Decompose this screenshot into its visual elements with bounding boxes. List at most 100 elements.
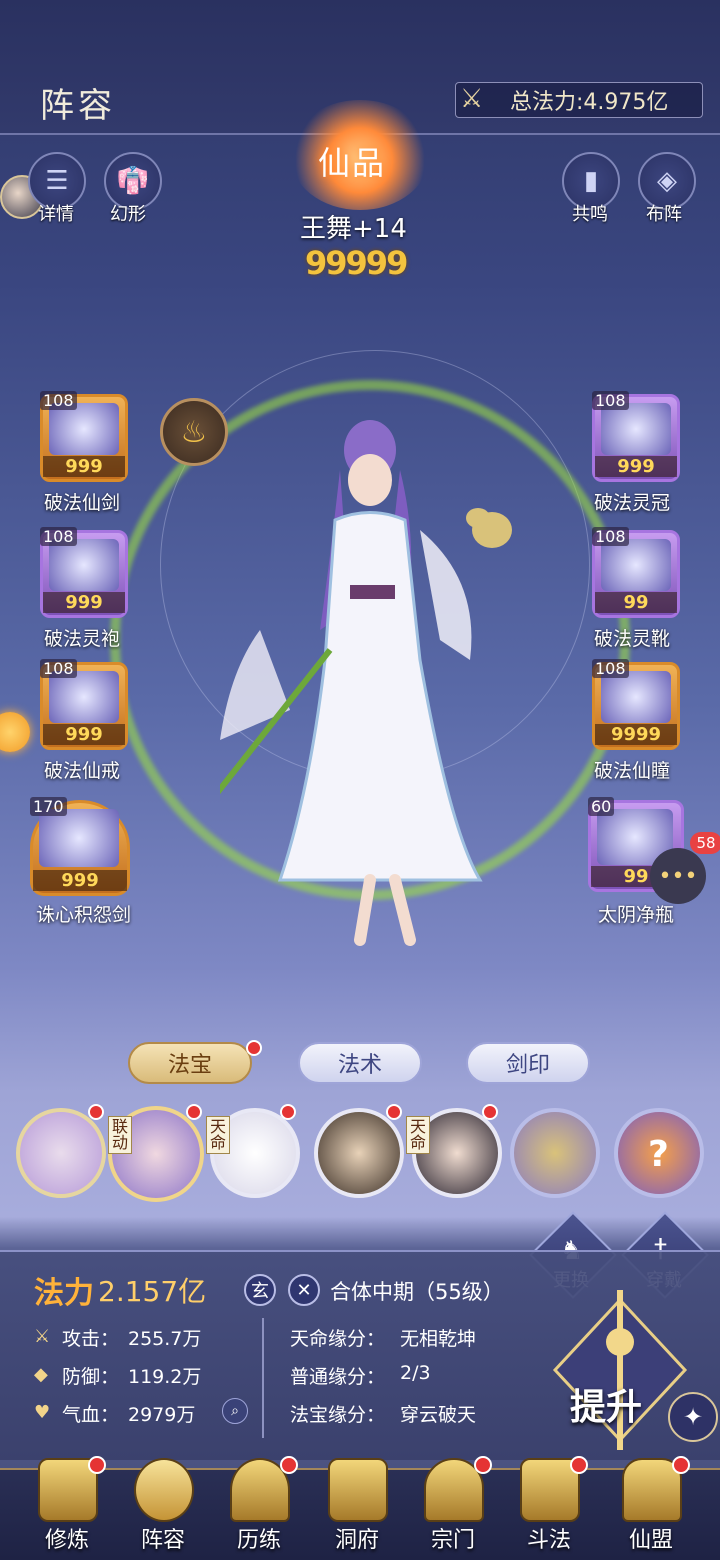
nav-cave[interactable]: 洞府	[312, 1458, 402, 1560]
equip-name: 破法仙瞳	[594, 760, 671, 782]
equip-stars: 999	[43, 724, 125, 745]
question-icon: ?	[648, 1134, 669, 1175]
nav-dot	[672, 1456, 690, 1474]
star-rank: 99999	[305, 244, 408, 282]
tab-treasure[interactable]: 法宝	[128, 1042, 252, 1084]
compass-star-icon[interactable]: ✦	[668, 1392, 718, 1442]
sun-icon[interactable]	[0, 712, 30, 752]
nav-dot	[570, 1456, 588, 1474]
equip-name: 破法灵袍	[44, 628, 121, 650]
equip-level: 108	[592, 391, 629, 410]
equip-slot-left-4[interactable]: 170 999	[30, 797, 130, 896]
incense-bowl-button[interactable]: ♨	[160, 398, 228, 466]
chat-badge: 58	[690, 832, 720, 854]
equip-slot-left-2[interactable]: 108 999	[40, 527, 128, 618]
portrait-4[interactable]	[314, 1108, 404, 1198]
equip-slot-left-3[interactable]: 108 999	[40, 659, 128, 750]
portrait-tag: 天命	[406, 1116, 430, 1154]
nav-lineup[interactable]: 阵容	[118, 1458, 208, 1560]
list-icon: ☰	[45, 166, 69, 196]
character-figure	[220, 420, 512, 946]
gate-icon	[328, 1458, 388, 1522]
nav-label: 宗门	[430, 1528, 475, 1553]
details-label: 详情	[38, 204, 74, 225]
equip-level: 108	[592, 659, 629, 678]
equip-level: 108	[40, 391, 77, 410]
equip-level: 170	[30, 797, 67, 816]
equip-level: 108	[40, 527, 77, 546]
chat-button[interactable]: •••	[650, 848, 706, 904]
nav-dot	[88, 1456, 106, 1474]
book-icon: ▮	[583, 166, 599, 196]
chat-bubble-icon: •••	[658, 863, 698, 889]
mana-label: 法力	[34, 1276, 94, 1311]
page-title: 阵容	[40, 86, 116, 126]
xuan-badge: 玄	[244, 1274, 276, 1306]
nav-cultivate[interactable]: 修炼	[22, 1456, 112, 1560]
equip-level: 108	[40, 659, 77, 678]
search-icon[interactable]: ⌕	[222, 1398, 248, 1424]
hp-value: 2979万	[128, 1404, 196, 1426]
nav-sect[interactable]: 宗门	[408, 1456, 498, 1560]
treasure-fate-value: 穿云破天	[400, 1404, 477, 1426]
divider	[262, 1318, 264, 1438]
equip-name: 太阴净瓶	[598, 904, 675, 926]
nav-label: 斗法	[526, 1528, 571, 1553]
sword-icon	[49, 403, 119, 455]
portrait-1[interactable]	[16, 1108, 106, 1198]
equip-slot-right-3[interactable]: 108 9999	[592, 659, 680, 750]
realm-level: 合体中期（55级）	[330, 1280, 504, 1304]
total-power-label: 总法力:	[510, 90, 584, 115]
nav-label: 洞府	[334, 1528, 379, 1553]
nav-dot	[474, 1456, 492, 1474]
heart-sword-icon	[39, 809, 119, 867]
normal-fate-label: 普通缘分：	[290, 1366, 386, 1388]
equip-slot-left-1[interactable]: 108 999	[40, 391, 128, 482]
equip-slot-right-2[interactable]: 108 99	[592, 527, 680, 618]
grade-label: 仙品	[318, 144, 387, 182]
equip-level: 60	[588, 797, 615, 816]
equip-slot-right-1[interactable]: 108 999	[592, 391, 680, 482]
portrait-tag: 联动	[108, 1116, 132, 1154]
robe-icon: 👘	[116, 166, 150, 196]
attack-label: 攻击：	[62, 1328, 120, 1350]
fate-label: 天命缘分：	[290, 1328, 386, 1350]
tab-sword-seal[interactable]: 剑印	[466, 1042, 590, 1084]
portrait-dot	[88, 1104, 104, 1120]
nav-label: 历练	[236, 1528, 281, 1553]
fate-value: 无相乾坤	[400, 1328, 477, 1350]
diamond-grid-icon: ◈	[657, 166, 677, 196]
portrait-dot	[186, 1104, 202, 1120]
robe-icon	[49, 539, 119, 591]
nav-duel[interactable]: 斗法	[504, 1456, 594, 1560]
equip-level: 108	[592, 527, 629, 546]
equip-name: 破法仙戒	[44, 760, 121, 782]
crossed-swords-icon: ⚔	[460, 84, 484, 114]
equip-name: 破法仙剑	[44, 492, 121, 514]
nav-alliance[interactable]: 仙盟	[606, 1456, 696, 1560]
portrait-dot	[386, 1104, 402, 1120]
hp-label: 气血：	[62, 1404, 120, 1426]
portrait-dot	[280, 1104, 296, 1120]
nav-trials[interactable]: 历练	[214, 1456, 304, 1560]
crown-icon	[601, 403, 671, 455]
equip-name: 破法灵冠	[594, 492, 671, 514]
sword-stat-icon: ⚔	[34, 1326, 51, 1347]
ring-icon	[49, 671, 119, 723]
mana-value: 2.157亿	[98, 1275, 207, 1308]
equip-stars: 999	[43, 456, 125, 477]
portrait-7-help[interactable]: ?	[614, 1108, 704, 1198]
equip-name: 破法灵靴	[594, 628, 671, 650]
tab-notification-dot	[246, 1040, 262, 1056]
formation-label: 布阵	[646, 204, 682, 225]
portrait-6[interactable]	[510, 1108, 600, 1198]
team-icon	[134, 1458, 194, 1522]
treasure-fate-label: 法宝缘分：	[290, 1404, 386, 1426]
shield-icon: ◆	[34, 1364, 48, 1385]
defense-label: 防御：	[62, 1366, 120, 1388]
upgrade-label: 提升	[570, 1387, 643, 1428]
nav-dot	[280, 1456, 298, 1474]
portrait-tag: 天命	[206, 1116, 230, 1154]
illusion-label: 幻形	[110, 204, 146, 225]
tab-spell[interactable]: 法术	[298, 1042, 422, 1084]
